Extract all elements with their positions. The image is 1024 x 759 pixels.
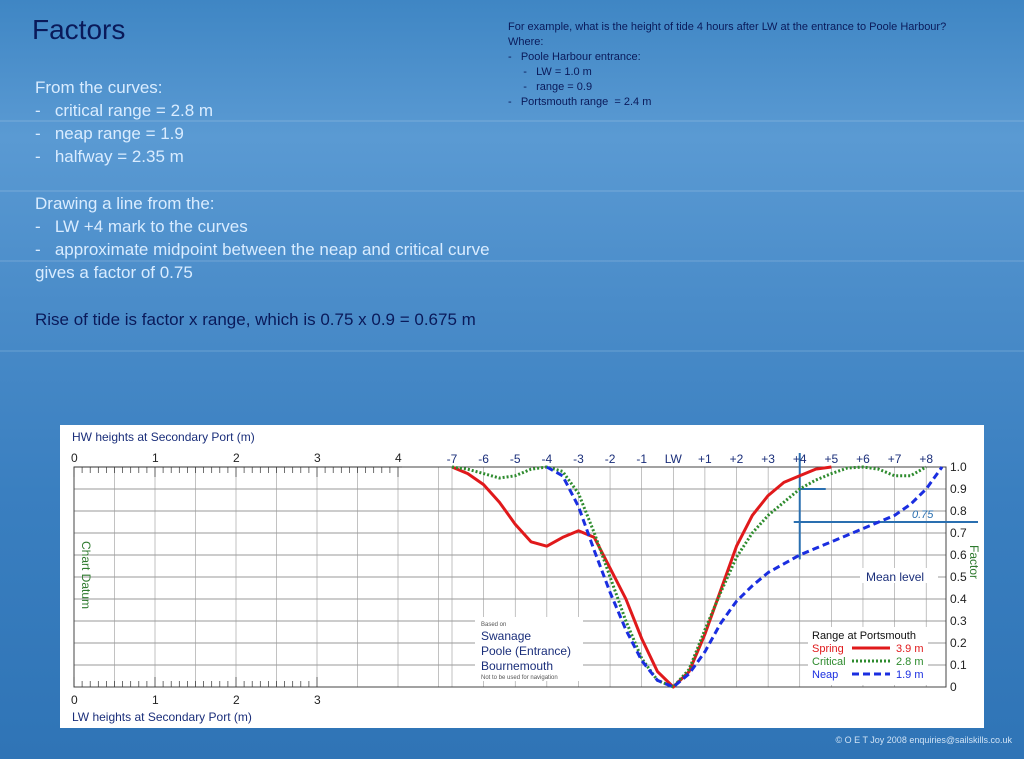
factor-tick-label: 0.7: [950, 526, 967, 540]
hour-tick-label: +4: [793, 452, 807, 466]
hour-tick-label: LW: [665, 452, 683, 466]
hw-axis-tick-label: 0: [71, 451, 78, 465]
text-line: - halfway = 2.35 m: [35, 147, 184, 166]
example-line: Where:: [508, 36, 544, 48]
hour-tick-label: -7: [447, 452, 458, 466]
hour-tick-label: +8: [919, 452, 933, 466]
factor-tick-label: 0.8: [950, 504, 967, 518]
hour-tick-label: -6: [478, 452, 489, 466]
port-name: Swanage: [481, 629, 531, 643]
factor-tick-label: 0.4: [950, 592, 967, 606]
curves-text: From the curves: - critical range = 2.8 …: [35, 76, 213, 168]
example-line: - Poole Harbour entrance:: [508, 51, 641, 63]
factor-tick-label: 0.2: [950, 636, 967, 650]
example-line: - Portsmouth range = 2.4 m: [508, 96, 652, 108]
water-wave: [0, 350, 1024, 352]
hw-axis-tick-label: 2: [233, 451, 240, 465]
text-line: - approximate midpoint between the neap …: [35, 240, 490, 259]
text-line: - LW +4 mark to the curves: [35, 217, 248, 236]
factor-tick-label: 0.3: [950, 614, 967, 628]
hw-axis-tick-label: 3: [314, 451, 321, 465]
hour-tick-label: +3: [761, 452, 775, 466]
text-line: - critical range = 2.8 m: [35, 101, 214, 120]
port-name: Poole (Entrance): [481, 644, 571, 658]
example-line: - LW = 1.0 m: [508, 66, 592, 78]
lw-axis-label: LW heights at Secondary Port (m): [72, 710, 252, 724]
text-line: Drawing a line from the:: [35, 194, 215, 213]
lw-axis-tick-label: 0: [71, 693, 78, 707]
text-line: From the curves:: [35, 78, 163, 97]
based-on-label: Based on: [481, 622, 506, 628]
chart-svg: HW heights at Secondary Port (m) 0 1 2 3 4 LW …: [71, 430, 981, 724]
factor-axis-label: Factor: [967, 545, 981, 579]
lw-axis-tick-label: 1: [152, 693, 159, 707]
text-line: - neap range = 1.9: [35, 124, 184, 143]
example-line: - range = 0.9: [508, 81, 593, 93]
legend-series-name: Critical: [812, 656, 846, 668]
hour-tick-label: +5: [825, 452, 839, 466]
factor-tick-label: 0.5: [950, 570, 967, 584]
hour-tick-label: +6: [856, 452, 870, 466]
hour-tick-label: +1: [698, 452, 712, 466]
hour-tick-label: +2: [730, 452, 744, 466]
factor-tick-label: 1.0: [950, 460, 967, 474]
chart-datum-label: Chart Datum: [79, 541, 93, 609]
factor-tick-label: 0.9: [950, 482, 967, 496]
hour-tick-label: -1: [636, 452, 647, 466]
text-line: gives a factor of 0.75: [35, 263, 193, 282]
factor-tick-label: 0.1: [950, 658, 967, 672]
legend-series-range: 2.8 m: [896, 656, 924, 668]
disclaimer-label: Not to be used for navigation: [481, 675, 558, 681]
example-question: For example, what is the height of tide …: [508, 20, 946, 110]
lw-axis-tick-label: 3: [314, 693, 321, 707]
hw-axis-tick-label: 4: [395, 451, 402, 465]
tidal-curve-chart: HW heights at Secondary Port (m) 0 1 2 3 4 LW …: [60, 425, 984, 728]
hw-axis-tick-label: 1: [152, 451, 159, 465]
legend-title: Range at Portsmouth: [812, 630, 916, 642]
factor-tick-label: 0.6: [950, 548, 967, 562]
legend-series-name: Neap: [812, 669, 838, 681]
hour-tick-label: -4: [542, 452, 553, 466]
hour-tick-label: -5: [510, 452, 521, 466]
hour-tick-label: +7: [888, 452, 902, 466]
lw-axis-tick-label: 2: [233, 693, 240, 707]
hour-tick-label: -2: [605, 452, 616, 466]
drawing-text: Drawing a line from the: - LW +4 mark to…: [35, 192, 490, 284]
mean-level-label: Mean level: [866, 570, 924, 584]
rise-of-tide-text: Rise of tide is factor x range, which is…: [35, 310, 476, 329]
example-line: For example, what is the height of tide …: [508, 21, 947, 33]
legend-series-range: 1.9 m: [896, 669, 924, 681]
legend-series-range: 3.9 m: [896, 643, 924, 655]
legend-series-name: Spring: [812, 643, 844, 655]
hour-tick-label: -3: [573, 452, 584, 466]
hw-axis-label: HW heights at Secondary Port (m): [72, 430, 255, 444]
copyright-text: © O E T Joy 2008 enquiries@sailskills.co…: [835, 735, 1012, 745]
port-name: Bournemouth: [481, 659, 553, 673]
slide-title: Factors: [32, 14, 126, 45]
factor-tick-label: 0: [950, 680, 957, 694]
factor-annotation: 0.75: [912, 509, 934, 521]
